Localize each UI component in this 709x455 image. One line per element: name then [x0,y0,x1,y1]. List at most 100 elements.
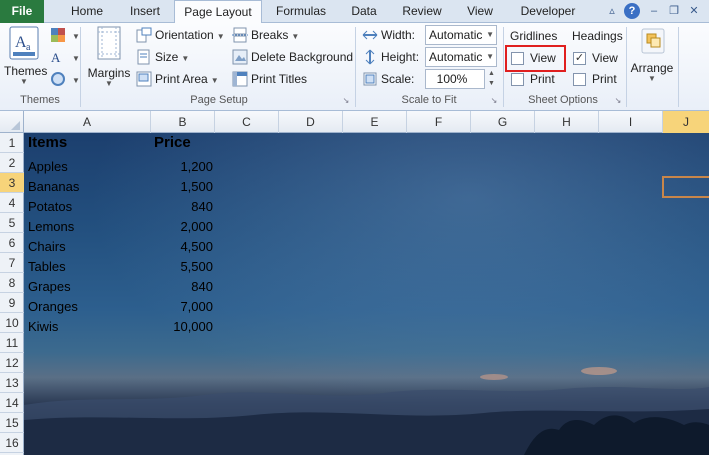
cell-item[interactable]: Chairs [28,237,66,257]
tab-home[interactable]: Home [58,0,116,23]
row-header-selected[interactable]: 3 [0,173,24,193]
cell-price[interactable]: 1,500 [151,177,213,197]
cell-a1[interactable]: Items [28,133,67,153]
row-header[interactable]: 6 [0,233,24,253]
cell-item[interactable]: Grapes [28,277,71,297]
help-icon[interactable]: ? [624,3,640,19]
row-header[interactable]: 4 [0,193,24,213]
print-area-button[interactable]: Print Area ▼ [136,71,219,89]
cell-price[interactable]: 840 [151,197,213,217]
restore-window-icon[interactable]: ❐ [666,3,682,19]
column-header-i[interactable]: I [599,111,663,133]
tab-formulas[interactable]: Formulas [266,0,336,23]
checkmark-icon: ✓ [574,52,585,64]
active-cell-selection[interactable] [662,176,709,198]
column-header-f[interactable]: F [407,111,471,133]
page-setup-dialog-launcher-icon[interactable]: ↘ [341,96,351,106]
cell-price[interactable]: 5,500 [151,257,213,277]
row-header[interactable]: 15 [0,413,24,433]
arrange-button[interactable]: Arrange ▼ [630,26,674,83]
width-dropdown[interactable]: Automatic ▼ [425,25,497,45]
scale-to-fit-dialog-launcher-icon[interactable]: ↘ [489,96,499,106]
row-header[interactable]: 1 [0,133,24,153]
close-window-icon[interactable]: ✕ [686,3,702,19]
sheet-options-dialog-launcher-icon[interactable]: ↘ [613,96,623,106]
column-header-j[interactable]: J [663,111,709,133]
margins-button[interactable]: Margins ▼ [86,26,132,88]
cell-item[interactable]: Tables [28,257,66,277]
gridlines-print-checkbox[interactable] [511,73,524,86]
height-label: Height: [381,50,420,64]
column-header-a[interactable]: A [24,111,151,133]
tab-developer[interactable]: Developer [508,0,588,23]
cell-price[interactable]: 4,500 [151,237,213,257]
breaks-button[interactable]: Breaks ▼ [232,27,299,45]
theme-colors-button[interactable]: ▼ [50,27,80,45]
width-label-row: Width: [362,27,415,43]
cell-price[interactable]: 10,000 [151,317,213,337]
size-button[interactable]: Size ▼ [136,49,189,67]
row-header[interactable]: 12 [0,353,24,373]
cell-item[interactable]: Oranges [28,297,78,317]
gridlines-view-highlight-annotation [505,45,566,72]
tab-review[interactable]: Review [392,0,452,23]
row-header[interactable]: 7 [0,253,24,273]
headings-view-label[interactable]: View [592,50,618,66]
headings-print-label[interactable]: Print [592,71,617,87]
chevron-down-icon: ▼ [486,52,494,61]
tab-file[interactable]: File [0,0,44,23]
tab-data[interactable]: Data [340,0,388,23]
tab-page-layout[interactable]: Page Layout [174,0,262,24]
scale-spin-buttons[interactable]: ▲ ▼ [486,69,497,89]
gridlines-print-label[interactable]: Print [530,71,555,87]
row-header[interactable]: 16 [0,433,24,453]
select-all-button[interactable] [0,111,24,133]
cell-price[interactable]: 2,000 [151,217,213,237]
minimize-window-icon[interactable]: – [646,3,662,19]
cell-b1[interactable]: Price [154,133,191,153]
orientation-icon [136,27,152,43]
worksheet-grid[interactable]: Items Price Apples 1,200 Bananas 1,500 P… [24,133,709,455]
tab-view[interactable]: View [456,0,504,23]
orientation-button[interactable]: Orientation ▼ [136,27,225,45]
theme-effects-button[interactable]: ▼ [50,71,80,89]
scale-label: Scale: [381,72,415,86]
row-header[interactable]: 5 [0,213,24,233]
cell-price[interactable]: 840 [151,277,213,297]
row-header[interactable]: 8 [0,273,24,293]
column-header-e[interactable]: E [343,111,407,133]
height-dropdown[interactable]: Automatic ▼ [425,47,497,67]
themes-button[interactable]: A a Themes ▼ [4,26,47,86]
cell-item[interactable]: Apples [28,157,68,177]
theme-fonts-button[interactable]: A ▼ [50,49,80,67]
headings-view-checkbox[interactable]: ✓ [573,52,586,65]
width-icon [362,27,378,43]
cell-item[interactable]: Kiwis [28,317,58,337]
column-header-d[interactable]: D [279,111,343,133]
print-titles-button[interactable]: Print Titles [232,71,307,87]
spin-down-icon[interactable]: ▼ [486,79,497,89]
column-header-g[interactable]: G [471,111,535,133]
tab-insert[interactable]: Insert [116,0,174,23]
cell-item[interactable]: Potatos [28,197,72,217]
scale-value: 100% [436,72,468,86]
row-header[interactable]: 11 [0,333,24,353]
cell-item[interactable]: Bananas [28,177,79,197]
column-header-b[interactable]: B [151,111,215,133]
column-header-c[interactable]: C [215,111,279,133]
row-header[interactable]: 9 [0,293,24,313]
row-header[interactable]: 10 [0,313,24,333]
cell-item[interactable]: Lemons [28,217,74,237]
svg-text:a: a [26,42,31,53]
scale-spinner[interactable]: 100% [425,69,485,89]
row-header[interactable]: 14 [0,393,24,413]
headings-print-checkbox[interactable] [573,73,586,86]
column-header-h[interactable]: H [535,111,599,133]
ribbon-minimize-caret-icon[interactable]: ▵ [604,3,620,19]
row-header[interactable]: 13 [0,373,24,393]
cell-price[interactable]: 7,000 [151,297,213,317]
cell-price[interactable]: 1,200 [151,157,213,177]
spin-up-icon[interactable]: ▲ [486,69,497,79]
row-header[interactable]: 2 [0,153,24,173]
delete-background-button[interactable]: Delete Background [232,49,353,65]
